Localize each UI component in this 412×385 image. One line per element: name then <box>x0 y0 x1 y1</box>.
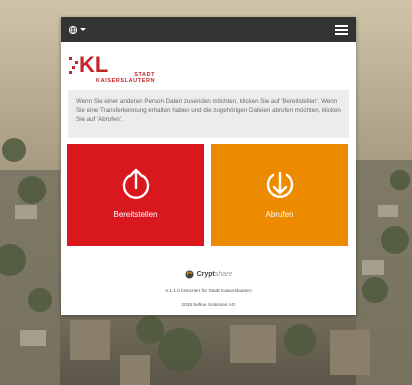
language-selector[interactable] <box>69 25 86 34</box>
globe-icon <box>69 25 77 34</box>
license-text: 4.1.1.0 lizenziert für Stadt Kaiserslaut… <box>165 289 252 294</box>
retrieve-button[interactable]: Abrufen <box>211 144 348 246</box>
logo-line-kaiserslautern: KAISERSLAUTERN <box>96 78 156 84</box>
top-bar <box>61 17 356 42</box>
cryptshare-logo-icon <box>185 270 194 279</box>
brand-main: Crypt <box>196 271 215 278</box>
provide-label: Bereitstellen <box>113 210 158 219</box>
cryptshare-brand: Cryptshare <box>61 270 356 279</box>
download-icon <box>266 171 293 198</box>
city-logo: KL STADT KAISERSLAUTERN <box>68 52 158 90</box>
logo-wordmark: STADT KAISERSLAUTERN <box>96 72 155 84</box>
cryptshare-panel: KL STADT KAISERSLAUTERN Wenn Sie einer a… <box>61 17 356 315</box>
copyright-text: 2018 befine Solutions AG <box>181 303 236 308</box>
retrieve-label: Abrufen <box>265 210 294 219</box>
instruction-text: Wenn Sie einer anderen Person Daten zuse… <box>68 90 349 138</box>
brand-sub: share <box>214 271 233 278</box>
provide-button[interactable]: Bereitstellen <box>67 144 204 246</box>
hamburger-menu-icon[interactable] <box>335 24 348 35</box>
brand-name: Cryptshare <box>197 271 233 278</box>
upload-icon <box>122 168 149 199</box>
chevron-down-icon <box>80 28 86 31</box>
